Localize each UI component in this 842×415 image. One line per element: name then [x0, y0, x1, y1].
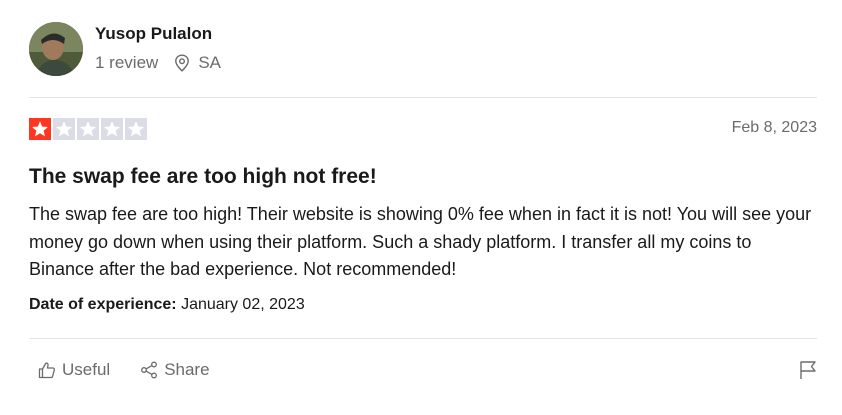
report-button[interactable]	[799, 360, 817, 385]
avatar[interactable]	[29, 22, 83, 76]
review-card: Yusop Pulalon 1 review SA Feb 8, 2023 Th…	[0, 0, 842, 415]
review-date: Feb 8, 2023	[731, 119, 817, 136]
star-rating	[29, 118, 149, 140]
thumbs-up-icon	[38, 362, 56, 379]
location-pin-icon	[175, 54, 190, 72]
star-empty-icon	[101, 118, 123, 140]
star-empty-icon	[53, 118, 75, 140]
star-empty-icon	[125, 118, 147, 140]
review-actions: Useful Share	[38, 360, 210, 380]
experience-label: Date of experience:	[29, 296, 177, 313]
share-icon	[141, 361, 158, 379]
useful-button[interactable]: Useful	[38, 360, 110, 380]
star-empty-icon	[77, 118, 99, 140]
review-title[interactable]: The swap fee are too high not free!	[29, 165, 377, 189]
reviewer-location: SA	[174, 53, 221, 73]
experience-date: January 02, 2023	[181, 296, 305, 313]
flag-icon	[800, 361, 816, 379]
review-count: 1 review	[95, 53, 159, 72]
date-of-experience: Date of experience: January 02, 2023	[29, 296, 305, 314]
reviewer-country: SA	[198, 53, 221, 72]
share-button[interactable]: Share	[140, 360, 210, 380]
review-body: The swap fee are too high! Their website…	[29, 204, 812, 279]
share-label: Share	[164, 360, 210, 379]
useful-label: Useful	[62, 360, 111, 379]
reviewer-name[interactable]: Yusop Pulalon	[95, 23, 221, 45]
star-filled-icon	[29, 118, 51, 140]
reviewer-header[interactable]: Yusop Pulalon 1 review SA	[29, 22, 221, 76]
header-divider	[29, 97, 817, 98]
footer-divider	[29, 338, 817, 339]
